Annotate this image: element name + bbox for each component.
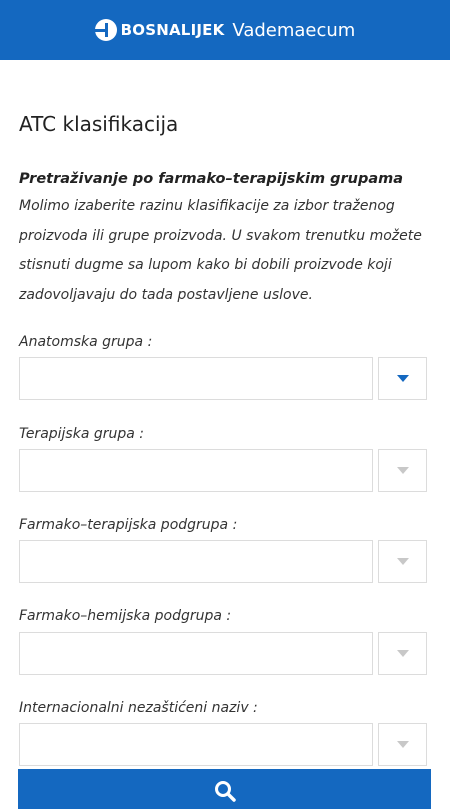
brand-subtitle: Vademaecum: [232, 19, 356, 41]
search-icon: [214, 781, 236, 802]
chevron-down-icon: [396, 558, 409, 565]
search-button[interactable]: [18, 769, 431, 809]
therapeutic-group-dropdown-button[interactable]: [378, 449, 427, 492]
inn-label: Internacionalni nezaštićeni naziv :: [19, 700, 258, 716]
brand: BOSNALIJEK Vademaecum: [94, 19, 356, 41]
pharmaco-therapeutic-subgroup-select[interactable]: [19, 540, 373, 583]
brand-name: BOSNALIJEK: [120, 21, 225, 39]
app-header: BOSNALIJEK Vademaecum: [0, 0, 450, 60]
bosnalijek-logo-icon: [94, 19, 117, 41]
chevron-down-icon: [396, 467, 409, 474]
therapeutic-group-label: Terapijska grupa :: [19, 426, 145, 442]
chevron-down-icon: [396, 650, 409, 657]
anatomical-group-label: Anatomska grupa :: [19, 334, 153, 350]
chevron-down-icon: [396, 375, 409, 382]
inn-dropdown-button[interactable]: [378, 723, 427, 766]
inn-select[interactable]: [19, 723, 373, 766]
anatomical-group-dropdown-button[interactable]: [378, 357, 427, 400]
intro-text: Molimo izaberite razinu klasifikacije za…: [19, 198, 422, 303]
intro: Pretraživanje po farmako–terapijskim gru…: [19, 167, 431, 310]
pharmaco-therapeutic-subgroup-dropdown-button[interactable]: [378, 540, 427, 583]
chevron-down-icon: [396, 741, 409, 748]
page-title: ATC klasifikacija: [19, 112, 179, 136]
intro-heading: Pretraživanje po farmako–terapijskim gru…: [19, 171, 404, 187]
pharmaco-therapeutic-subgroup-label: Farmako–terapijska podgrupa :: [19, 517, 238, 533]
anatomical-group-select[interactable]: [19, 357, 373, 400]
therapeutic-group-select[interactable]: [19, 449, 373, 492]
pharmaco-chemical-subgroup-select[interactable]: [19, 632, 373, 675]
pharmaco-chemical-subgroup-dropdown-button[interactable]: [378, 632, 427, 675]
pharmaco-chemical-subgroup-label: Farmako–hemijska podgrupa :: [19, 608, 232, 624]
